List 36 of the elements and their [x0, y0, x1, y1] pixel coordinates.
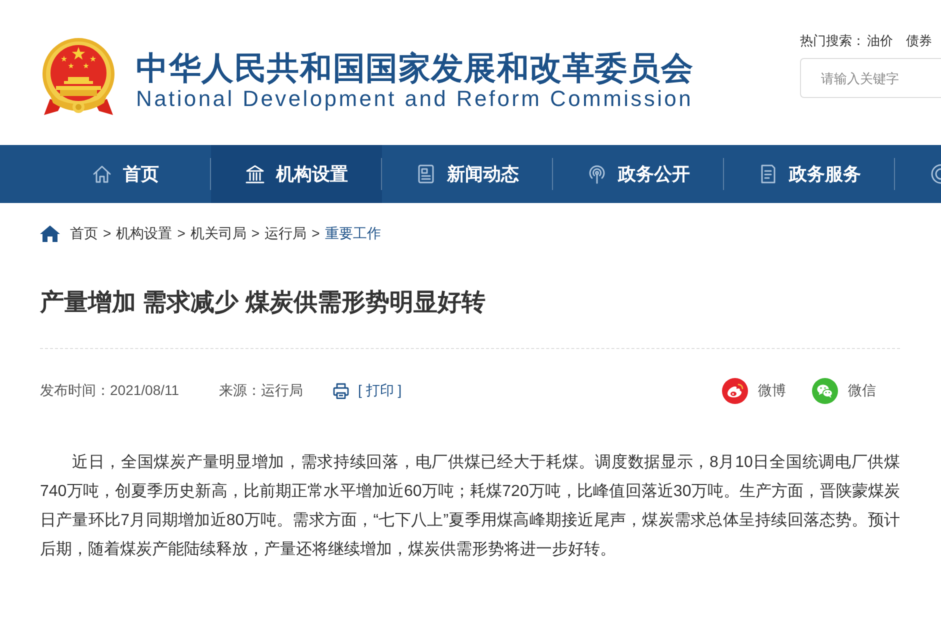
wechat-icon: [812, 378, 838, 404]
share-link[interactable]: 微博: [722, 378, 786, 404]
breadcrumb-link[interactable]: 重要工作: [324, 225, 381, 242]
breadcrumb-separator: >: [251, 225, 260, 242]
printer-icon[interactable]: [333, 383, 350, 399]
breadcrumb-separator: >: [312, 225, 320, 242]
share-link[interactable]: 微信: [812, 378, 876, 404]
breadcrumb-link[interactable]: 首页: [70, 225, 98, 242]
home-icon[interactable]: [40, 225, 60, 242]
search-field[interactable]: 请输入关键字: [800, 58, 941, 98]
breadcrumb-link[interactable]: 运行局: [264, 225, 307, 242]
article-title: 产量增加 需求减少 煤炭供需形势明显好转: [40, 288, 486, 318]
logo-subtitle: National Development and Reform Commission: [136, 87, 694, 111]
article-source: 来源：运行局: [219, 382, 304, 400]
weibo-icon: [722, 378, 748, 404]
hot-search-link[interactable]: 债券: [906, 33, 932, 49]
newspaper-icon: [416, 164, 436, 184]
nav-item[interactable]: 机构设置: [211, 145, 382, 203]
hot-search-link[interactable]: 油价: [867, 33, 893, 49]
circle-icon[interactable]: [930, 164, 941, 184]
breadcrumb-link[interactable]: 机关司局: [190, 225, 246, 242]
nav-item[interactable]: 政务公开: [553, 145, 724, 203]
print-link[interactable]: [ 打印 ]: [358, 382, 402, 400]
breadcrumb-separator: >: [177, 225, 186, 242]
nav-item[interactable]: 首页: [40, 145, 211, 203]
logo-title: 中华人民共和国国家发展和改革委员会: [136, 49, 694, 87]
nav-item[interactable]: 新闻动态: [382, 145, 553, 203]
hot-search-label: 热门搜索：: [800, 33, 865, 49]
building-icon: [245, 164, 265, 184]
article-paragraph: 近日，全国煤炭产量明显增加，需求持续回落，电厂供煤已经大于耗煤。调度数据显示，8月10日全国统调电厂供煤740万吨，创夏季历史新高，比前期正常水平增加近60万吨；耗煤720万吨，比峰值回落近30万吨。生产方面，晋陕蒙煤炭日产量环比7月同期增加近80万吨。需求方面，“七下八上”夏季用煤高峰期接近尾声，煤炭需求总体呈持续回落态势。预计后期，随着煤炭产能陆续释放，产量还将继续增加，煤炭供需形势将进一步好转。: [40, 452, 900, 560]
publish-date: 发布时间：2021/08/11: [40, 382, 180, 400]
signal-icon: [587, 164, 607, 184]
breadcrumb-separator: >: [103, 225, 112, 242]
home-icon: [92, 164, 112, 184]
breadcrumb-link[interactable]: 机构设置: [116, 225, 172, 242]
nav-item[interactable]: 政务服务: [724, 145, 895, 203]
